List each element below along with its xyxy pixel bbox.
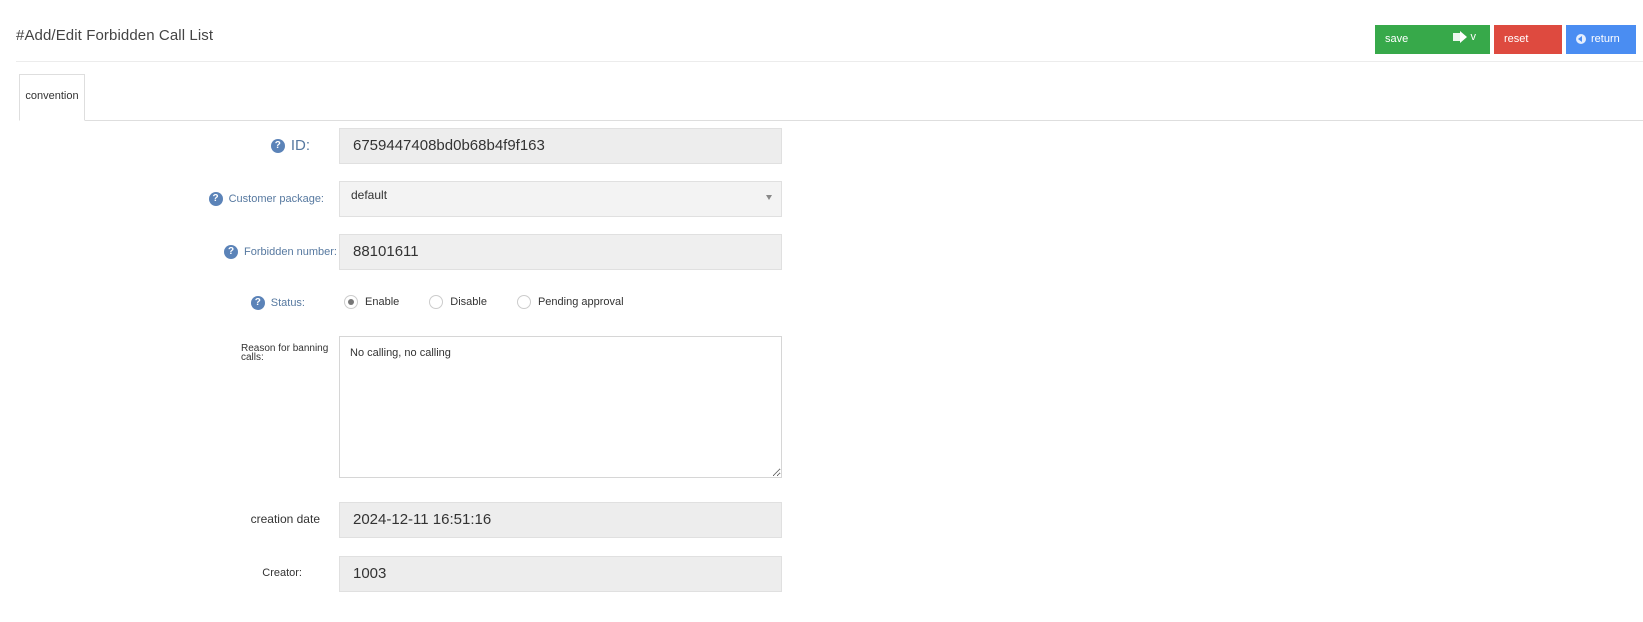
return-button-label: return — [1591, 33, 1620, 45]
return-button[interactable]: return — [1566, 25, 1636, 54]
tab-convention[interactable]: convention — [19, 74, 85, 121]
chevron-down-icon — [766, 195, 772, 200]
tab-bar: convention — [19, 74, 1643, 121]
status-option-enable[interactable]: Enable — [344, 295, 399, 309]
save-button-label: save — [1385, 33, 1409, 45]
customer-package-label: ? Customer package: — [208, 192, 324, 206]
help-icon: ? — [250, 296, 265, 310]
back-arrow-icon — [1576, 34, 1586, 44]
help-icon: ? — [208, 192, 223, 206]
customer-package-value: default — [351, 188, 388, 202]
reason-textarea[interactable]: No calling, no calling — [339, 336, 782, 478]
status-label: ? Status: — [250, 296, 305, 310]
radio-checked-icon[interactable] — [344, 295, 358, 309]
status-option-pending[interactable]: Pending approval — [516, 295, 624, 309]
reset-button[interactable]: reset — [1494, 25, 1562, 54]
creator-label: Creator: — [262, 567, 302, 579]
status-label-text: Status: — [270, 297, 305, 309]
forbidden-number-label: ? Forbidden number: — [224, 245, 337, 259]
forbidden-number-input[interactable]: 88101611 — [339, 234, 782, 270]
customer-package-label-text: Customer package: — [228, 193, 324, 205]
save-dropdown[interactable]: v — [1452, 31, 1477, 43]
reason-label: Reason for banning calls: — [241, 343, 329, 363]
id-label: ? ID: — [270, 137, 310, 154]
radio-icon[interactable] — [429, 295, 444, 309]
status-option-label: Disable — [450, 296, 487, 308]
save-button[interactable]: save v — [1375, 25, 1490, 54]
id-field: 6759447408bd0b68b4f9f163 — [339, 128, 782, 164]
status-option-label: Pending approval — [537, 296, 624, 308]
help-icon: ? — [224, 245, 239, 259]
status-radio-group: Enable Disable Pending approval — [344, 295, 654, 309]
action-toolbar: save v reset return — [1375, 25, 1636, 54]
header-divider — [16, 61, 1643, 62]
reset-button-label: reset — [1504, 33, 1529, 45]
export-icon — [1452, 31, 1467, 43]
creation-date-label: creation date — [250, 512, 320, 526]
forbidden-number-label-text: Forbidden number: — [244, 246, 337, 258]
radio-icon[interactable] — [516, 295, 531, 309]
creation-date-field: 2024-12-11 16:51:16 — [339, 502, 782, 538]
save-dropdown-label: v — [1470, 31, 1477, 43]
status-option-disable[interactable]: Disable — [429, 295, 487, 309]
creator-field: 1003 — [339, 556, 782, 592]
customer-package-select[interactable]: default — [339, 181, 782, 217]
id-label-text: ID: — [290, 137, 310, 154]
help-icon: ? — [270, 138, 285, 153]
status-option-label: Enable — [365, 296, 400, 308]
page-title: #Add/Edit Forbidden Call List — [16, 27, 214, 44]
